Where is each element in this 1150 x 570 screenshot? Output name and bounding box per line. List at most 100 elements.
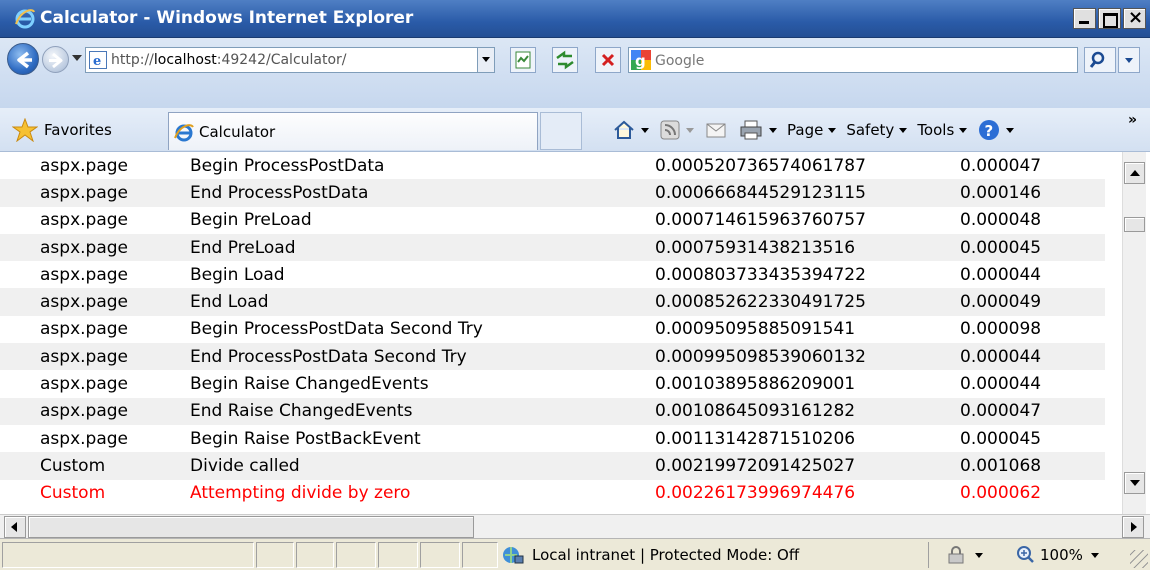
zoom-level-button[interactable]: 100% — [1016, 543, 1099, 567]
svg-text:?: ? — [985, 122, 994, 140]
ie-logo-icon — [174, 124, 194, 142]
help-button[interactable]: ? — [977, 118, 1015, 142]
table-row: aspx.page Begin ProcessPostData Second Tr… — [0, 316, 1105, 343]
trace-message: Begin Load — [190, 264, 285, 285]
vertical-scroll-thumb[interactable] — [1124, 217, 1145, 232]
table-row: aspx.page End Load 0.000852622330491725 0.0… — [0, 288, 1105, 316]
feeds-button[interactable] — [659, 119, 694, 141]
trace-from-first: 0.000995098539060132 — [655, 343, 960, 371]
trace-from-first: 0.00219972091425027 — [655, 452, 960, 480]
table-row: aspx.page End Raise ChangedEvents 0.001086… — [0, 397, 1105, 425]
trace-from-first: 0.00226173996974476 — [655, 483, 856, 504]
table-row: aspx.page Begin ProcessPostData 0.00052073… — [0, 152, 1105, 179]
close-button[interactable]: × — [1123, 7, 1146, 29]
trace-from-last: 0.000045 — [960, 428, 1042, 449]
forward-button[interactable] — [42, 46, 69, 73]
status-bar: Local intranet | Protected Mode: Off 100… — [0, 538, 1150, 570]
trace-message: End PreLoad — [190, 233, 655, 262]
trace-category: Custom — [40, 483, 106, 504]
tab-calculator[interactable]: Calculator — [168, 112, 538, 150]
trace-from-last: 0.000062 — [960, 483, 1042, 504]
google-icon: g — [631, 50, 651, 70]
trace-from-last: 0.001068 — [960, 452, 1105, 480]
table-row: aspx.page Begin Raise PostBackEvent 0.0011… — [0, 425, 1105, 452]
more-commands-chevron[interactable]: » — [1128, 112, 1137, 128]
page-menu[interactable]: Page — [787, 121, 837, 139]
forward-arrow-icon — [49, 52, 63, 69]
address-dropdown[interactable] — [477, 48, 494, 72]
trace-from-last: 0.000047 — [960, 397, 1105, 425]
table-row: aspx.page End ProcessPostData 0.0006668445… — [0, 179, 1105, 207]
zoom-icon — [1017, 546, 1034, 563]
table-row: aspx.page Begin PreLoad 0.0007146159637607… — [0, 207, 1105, 234]
table-row: aspx.page End PreLoad 0.00075931438213516 0… — [0, 233, 1105, 262]
compatibility-view-button[interactable] — [510, 47, 536, 73]
horizontal-scroll-thumb[interactable] — [28, 516, 474, 538]
trace-from-last: 0.000044 — [960, 264, 1042, 285]
zoom-label: 100% — [1040, 546, 1083, 564]
minimize-button[interactable] — [1073, 8, 1096, 29]
command-bar: Favorites Calculator Page Safety Tools ?… — [0, 108, 1150, 152]
trace-message: Begin Raise PostBackEvent — [190, 428, 421, 449]
ie-logo-icon — [15, 9, 35, 29]
search-button[interactable] — [1084, 47, 1116, 73]
maximize-button[interactable] — [1098, 8, 1121, 29]
status-text-pane — [2, 542, 254, 568]
home-button[interactable] — [612, 118, 649, 142]
scroll-down-button[interactable] — [1124, 472, 1145, 494]
trace-from-last: 0.000044 — [960, 343, 1105, 371]
stop-button[interactable] — [595, 47, 621, 73]
window-title: Calculator - Windows Internet Explorer — [40, 8, 414, 28]
trace-category: Custom — [0, 452, 190, 480]
favorites-button[interactable]: Favorites — [4, 112, 162, 148]
trace-category: aspx.page — [40, 155, 128, 176]
table-row: aspx.page Begin Raise ChangedEvents 0.0010… — [0, 370, 1105, 397]
trace-category: aspx.page — [40, 428, 128, 449]
protected-mode-button[interactable] — [945, 545, 983, 565]
trace-message: Begin Raise ChangedEvents — [190, 374, 429, 395]
table-row: aspx.page End ProcessPostData Second Try 0… — [0, 343, 1105, 371]
trace-from-last: 0.000047 — [960, 155, 1042, 176]
search-options-dropdown[interactable] — [1118, 47, 1140, 73]
safety-menu[interactable]: Safety — [846, 121, 908, 139]
read-mail-button[interactable] — [704, 119, 728, 141]
zone-label: Local intranet | Protected Mode: Off — [532, 546, 800, 564]
trace-message: End Raise ChangedEvents — [190, 397, 655, 425]
trace-message: Begin ProcessPostData Second Try — [190, 319, 483, 340]
print-button[interactable] — [738, 118, 777, 142]
vertical-scrollbar[interactable] — [1122, 152, 1146, 514]
recent-pages-dropdown[interactable] — [72, 55, 82, 61]
tools-menu[interactable]: Tools — [917, 121, 968, 139]
horizontal-scrollbar[interactable] — [0, 514, 1150, 538]
search-icon — [1089, 51, 1105, 68]
security-zone[interactable]: Local intranet | Protected Mode: Off — [502, 543, 922, 567]
trace-category: aspx.page — [40, 210, 128, 231]
status-pane — [420, 542, 460, 568]
feed-icon — [660, 120, 680, 140]
scroll-right-button[interactable] — [1122, 516, 1144, 538]
star-icon — [12, 118, 38, 142]
home-icon — [614, 120, 634, 139]
stop-icon — [601, 53, 615, 67]
trace-from-first: 0.000520736574061787 — [655, 155, 866, 176]
resize-grip[interactable] — [1130, 550, 1148, 568]
svg-text:e: e — [93, 54, 101, 69]
back-button[interactable] — [7, 43, 39, 75]
title-bar: Calculator - Windows Internet Explorer × — [0, 0, 1150, 38]
scroll-up-button[interactable] — [1124, 162, 1145, 184]
scroll-left-button[interactable] — [4, 516, 26, 538]
search-input[interactable]: g Google — [628, 47, 1078, 73]
trace-from-first: 0.000852622330491725 — [655, 288, 960, 316]
refresh-icon — [556, 50, 574, 70]
trace-message: End ProcessPostData — [190, 179, 655, 207]
status-pane — [336, 542, 376, 568]
refresh-button[interactable] — [552, 47, 578, 73]
search-placeholder: Google — [655, 53, 705, 69]
page-icon: e — [89, 51, 107, 69]
address-field[interactable]: e http://localhost:49242/Calculator/ — [85, 47, 495, 73]
address-toolbar: e http://localhost:49242/Calculator/ g G… — [0, 38, 1150, 108]
trace-message: Attempting divide by zero — [190, 483, 411, 504]
trace-category: aspx.page — [0, 179, 190, 207]
new-tab-button[interactable] — [540, 112, 582, 150]
trace-from-last: 0.000044 — [960, 374, 1042, 395]
